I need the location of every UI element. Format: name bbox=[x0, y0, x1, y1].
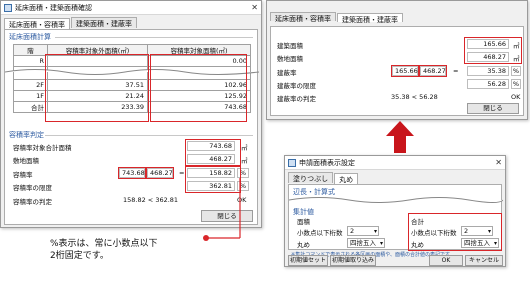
app-icon bbox=[288, 158, 296, 167]
unit-site-area: ㎡ bbox=[241, 157, 248, 165]
cell-floor: 合計 bbox=[13, 101, 48, 113]
calc-numerator-highlight bbox=[391, 65, 419, 77]
unit-total-area: ㎡ bbox=[241, 144, 248, 152]
close-icon[interactable]: ✕ bbox=[495, 158, 502, 167]
label-bcr-limit: 建蔽率の限度 bbox=[277, 82, 316, 90]
label-bcr: 建蔽率 bbox=[277, 69, 297, 77]
area-round-label: 丸め bbox=[297, 241, 310, 249]
section-break-mark bbox=[289, 197, 503, 203]
calc-numerator-highlight bbox=[118, 167, 146, 179]
up-arrow-icon bbox=[386, 121, 414, 153]
close-icon[interactable]: ✕ bbox=[251, 3, 258, 12]
label-far: 容積率 bbox=[13, 171, 33, 179]
app-icon bbox=[4, 3, 12, 12]
area-display-settings-window: 申請面積表示設定 ✕ 塗りつぶし 丸め 辺長・計算式 集計値 面積 小数点以下桁… bbox=[284, 155, 506, 267]
close-button[interactable]: 閉じる bbox=[467, 103, 519, 114]
tab-bar: 塗りつぶし 丸め bbox=[285, 170, 505, 184]
included-col-highlight bbox=[150, 54, 247, 122]
reset-defaults-button[interactable]: 初期値セット bbox=[288, 255, 328, 266]
equals-sign: = bbox=[179, 169, 185, 177]
label-far-limit: 容積率の限度 bbox=[13, 184, 52, 192]
area-values-highlight bbox=[464, 37, 522, 64]
cell-floor: 2F bbox=[13, 79, 48, 91]
tab-building-area[interactable]: 建築面積・建蔽率 bbox=[337, 13, 403, 24]
tab-pane: 辺長・計算式 集計値 面積 小数点以下桁数 2 ▾ 丸め 四捨五入 ▾ 合計 小数点… bbox=[288, 184, 503, 251]
label-site-area: 敷地面積 bbox=[13, 157, 39, 165]
cell-floor: R bbox=[13, 55, 48, 67]
area-values-highlight bbox=[185, 139, 241, 166]
window-title: 申請面積表示設定 bbox=[299, 158, 355, 167]
tab-building-area[interactable]: 建築面積・建蔽率 bbox=[71, 17, 137, 28]
chevron-down-icon: ▾ bbox=[373, 228, 377, 235]
window-title: 延床面積・建築面積確認 bbox=[15, 3, 92, 12]
callout-pointer bbox=[203, 178, 241, 241]
value-bcr: 35.38 bbox=[467, 66, 509, 76]
result-bcr: OK bbox=[511, 93, 521, 101]
callout-note: %表示は、常に小数点以下 2桁固定です。 bbox=[50, 239, 158, 261]
label-total-area: 容積率対象合計面積 bbox=[13, 144, 72, 152]
label-site-area: 敷地面積 bbox=[277, 55, 303, 63]
unit-bcr-limit: % bbox=[511, 79, 521, 89]
col-header-floor: 階 bbox=[13, 44, 48, 56]
ok-button[interactable]: OK bbox=[429, 255, 463, 266]
area-title: 面積 bbox=[297, 218, 310, 226]
building-area-window: 延床面積・容積率 建築面積・建蔽率 建築面積 165.66 ㎡ 敷地面積 468… bbox=[266, 0, 528, 120]
cancel-button[interactable]: キャンセル bbox=[465, 255, 503, 266]
label-building-area: 建築面積 bbox=[277, 42, 303, 50]
area-digits-select[interactable]: 2 ▾ bbox=[347, 226, 379, 236]
value-bcr-judgement: 35.38 < 56.28 bbox=[391, 93, 438, 101]
value-far-judgement: 158.82 < 362.81 bbox=[123, 196, 179, 204]
tab-bar: 延床面積・容積率 建築面積・建蔽率 bbox=[267, 8, 527, 24]
excluded-col-highlight bbox=[45, 54, 149, 122]
total-settings-highlight bbox=[408, 213, 502, 251]
tab-floor-area[interactable]: 延床面積・容積率 bbox=[4, 18, 70, 29]
import-defaults-button[interactable]: 初期値取り込み bbox=[330, 255, 376, 266]
calc-denominator-highlight bbox=[146, 167, 174, 179]
tab-fill[interactable]: 塗りつぶし bbox=[288, 172, 334, 183]
label-bcr-judgement: 建蔽率の判定 bbox=[277, 95, 316, 103]
tab-floor-area[interactable]: 延床面積・容積率 bbox=[270, 12, 336, 23]
area-round-select[interactable]: 四捨五入 ▾ bbox=[347, 238, 385, 248]
group-far-judgement: 容積率判定 bbox=[9, 131, 44, 139]
value-bcr-limit: 56.28 bbox=[467, 79, 509, 89]
title-bar: 申請面積表示設定 ✕ bbox=[285, 156, 505, 170]
title-bar bbox=[267, 1, 527, 8]
group-floor-area-calc: 延床面積計算 bbox=[9, 33, 51, 41]
title-bar: 延床面積・建築面積確認 ✕ bbox=[1, 1, 261, 15]
chevron-down-icon: ▾ bbox=[379, 240, 383, 247]
tab-bar: 延床面積・容積率 建築面積・建蔽率 bbox=[1, 15, 261, 29]
tab-rounding[interactable]: 丸め bbox=[334, 173, 359, 184]
area-digits-label: 小数点以下桁数 bbox=[297, 229, 343, 237]
unit-bcr: % bbox=[511, 66, 521, 76]
equals-sign: = bbox=[453, 67, 459, 75]
tab-pane: 建築面積 165.66 ㎡ 敷地面積 468.27 ㎡ 建蔽率 165.66 4… bbox=[270, 26, 524, 116]
calc-denominator-highlight bbox=[419, 65, 447, 77]
label-far-judgement: 容積率の判定 bbox=[13, 198, 52, 206]
cell-floor: 1F bbox=[13, 90, 48, 102]
